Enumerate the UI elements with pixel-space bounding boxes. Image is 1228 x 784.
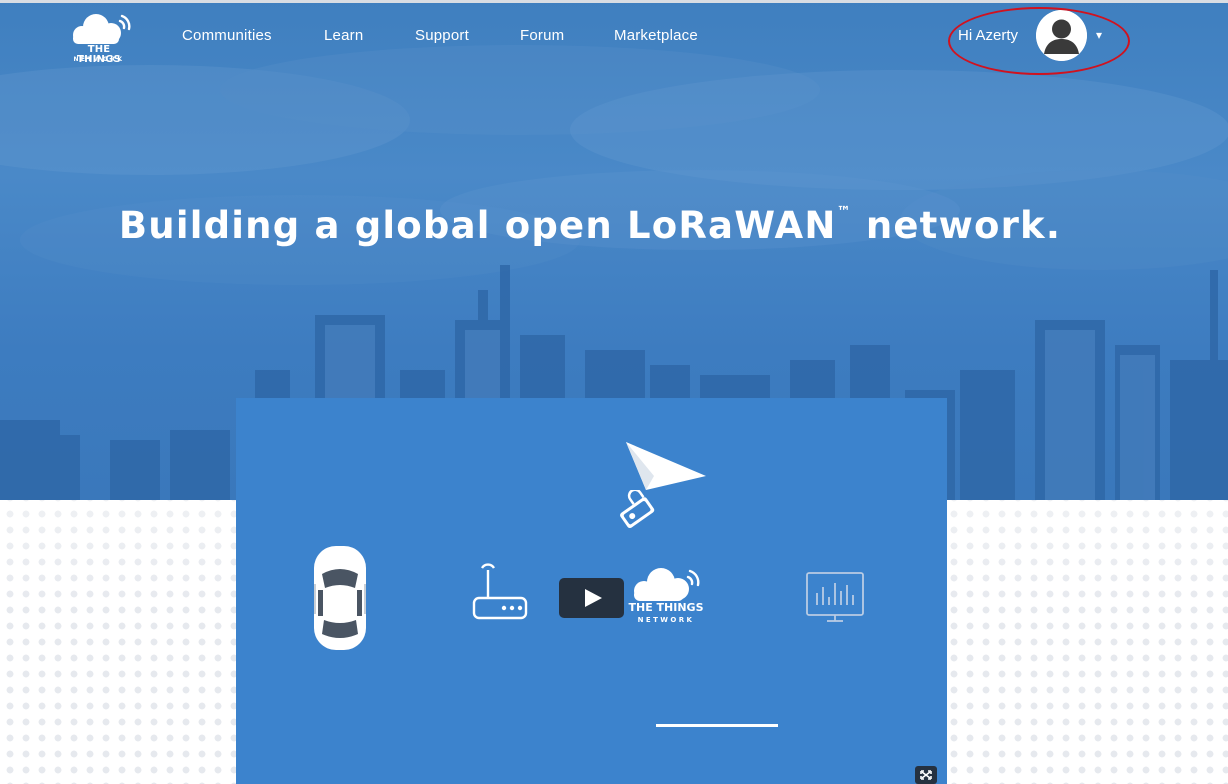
- nav-link-communities[interactable]: Communities: [182, 27, 272, 44]
- cloud-signal-icon: [73, 14, 131, 44]
- nav-link-learn[interactable]: Learn: [324, 27, 363, 44]
- top-border: [0, 0, 1228, 3]
- lock-tag-icon: [620, 490, 655, 529]
- fullscreen-button[interactable]: [915, 766, 937, 784]
- cloud-logo-icon: [634, 568, 700, 601]
- nav-link-forum[interactable]: Forum: [520, 27, 564, 44]
- gateway-router-icon: [472, 563, 528, 620]
- explainer-video[interactable]: THE THINGS NETWORK: [236, 398, 947, 784]
- avatar[interactable]: [1036, 10, 1087, 61]
- video-progress-bar[interactable]: [656, 724, 778, 727]
- video-progress-fill: [656, 724, 778, 727]
- car-icon: [314, 546, 366, 650]
- dashboard-chart-icon: [806, 572, 864, 622]
- video-brand-subtitle: NETWORK: [637, 616, 695, 624]
- chevron-down-icon: ▾: [1096, 28, 1103, 42]
- play-button[interactable]: [559, 578, 624, 618]
- hero-headline: Building a global open LoRaWAN™ network.: [0, 204, 1180, 247]
- site-logo[interactable]: THE THINGS NETWORK: [64, 11, 134, 67]
- video-brand-title: THE THINGS: [628, 601, 704, 614]
- trademark-symbol: ™: [836, 204, 852, 220]
- user-greeting: Hi Azerty: [958, 27, 1019, 44]
- user-menu[interactable]: Hi Azerty ▾: [952, 9, 1122, 61]
- headline-text: Building a global open LoRaWAN: [118, 204, 837, 247]
- top-navigation: THE THINGS NETWORK Communities Learn Sup…: [0, 3, 1228, 69]
- avatar-icon: [1036, 10, 1087, 61]
- nav-link-support[interactable]: Support: [415, 27, 469, 44]
- nav-link-marketplace[interactable]: Marketplace: [614, 27, 698, 44]
- logo-subtitle: NETWORK: [73, 56, 125, 63]
- fullscreen-icon: [920, 770, 932, 780]
- headline-end: network.: [851, 204, 1062, 247]
